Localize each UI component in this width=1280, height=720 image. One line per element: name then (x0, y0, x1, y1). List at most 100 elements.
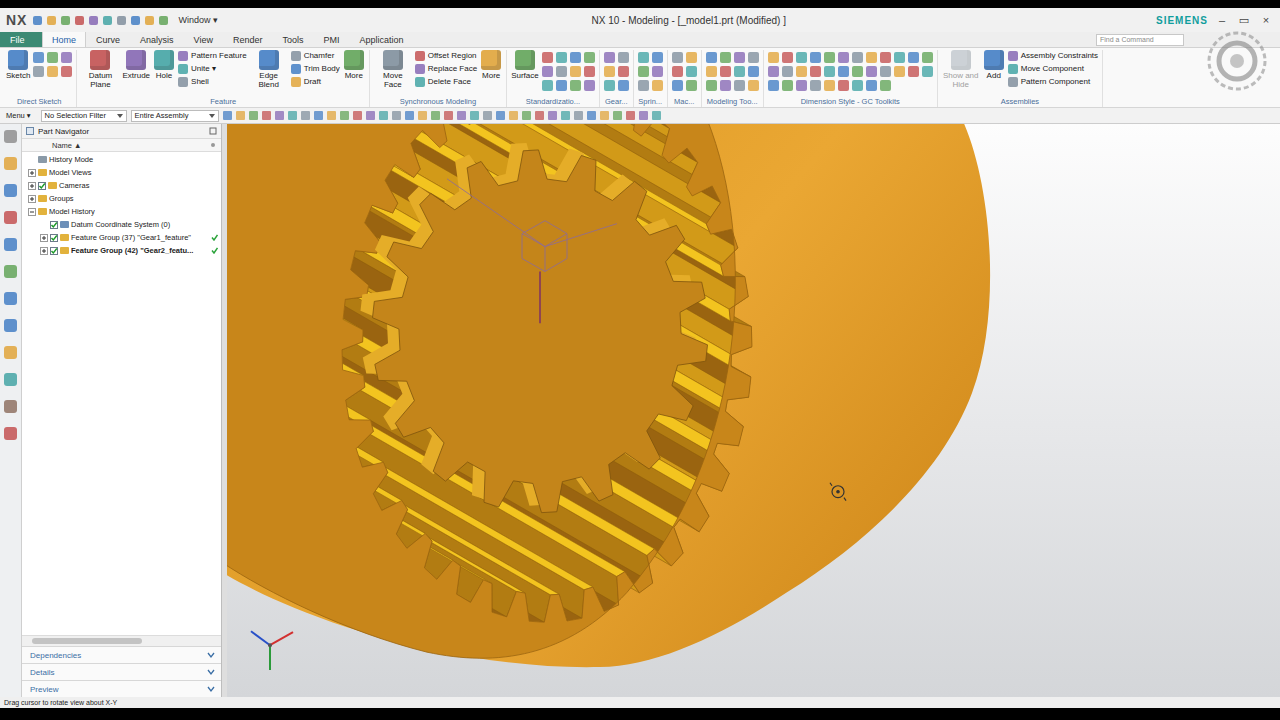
quick-action-icon[interactable] (75, 16, 84, 25)
ribbon-small-button[interactable]: Draft (291, 77, 340, 87)
command-icon[interactable] (570, 80, 581, 91)
command-icon[interactable] (542, 52, 553, 63)
command-icon[interactable] (748, 80, 759, 91)
ribbon-small-button[interactable]: Pattern Feature (178, 51, 247, 61)
toolbar-icon[interactable] (340, 111, 349, 120)
ribbon-button[interactable]: Edge Blend (250, 50, 288, 89)
command-icon[interactable] (894, 66, 905, 77)
ribbon-small-button[interactable]: Chamfer (291, 51, 340, 61)
command-icon[interactable] (33, 52, 44, 63)
command-icon[interactable] (880, 80, 891, 91)
ribbon-small-button[interactable]: Replace Face (415, 64, 477, 74)
quick-action-icon[interactable] (61, 16, 70, 25)
window-control[interactable]: × (1258, 14, 1274, 26)
command-icon[interactable] (852, 80, 863, 91)
tree-row[interactable]: Groups (22, 192, 221, 205)
horizontal-scrollbar[interactable] (22, 635, 221, 646)
ribbon-small-button[interactable]: Pattern Component (1008, 77, 1098, 87)
ribbon-small-button[interactable]: Unite ▾ (178, 64, 247, 74)
toolbar-icon[interactable] (353, 111, 362, 120)
ribbon-button[interactable]: Datum Plane (81, 50, 119, 89)
command-icon[interactable] (824, 80, 835, 91)
command-icon[interactable] (852, 52, 863, 63)
ribbon-small-button[interactable]: Trim Body (291, 64, 340, 74)
command-icon[interactable] (61, 52, 72, 63)
toolbar-icon[interactable] (535, 111, 544, 120)
toolbar-icon[interactable] (262, 111, 271, 120)
command-icon[interactable] (796, 80, 807, 91)
ribbon-tab[interactable]: Application (349, 32, 413, 47)
ribbon-button[interactable]: Show and Hide (942, 50, 980, 89)
navigator-panel[interactable]: Dependencies (22, 646, 221, 663)
command-icon[interactable] (838, 52, 849, 63)
toolbar-icon[interactable] (483, 111, 492, 120)
command-icon[interactable] (866, 80, 877, 91)
expand-icon[interactable] (28, 169, 36, 177)
command-icon[interactable] (748, 66, 759, 77)
command-icon[interactable] (618, 80, 629, 91)
tree-row[interactable]: Model Views (22, 166, 221, 179)
toolbar-icon[interactable] (249, 111, 258, 120)
command-icon[interactable] (922, 52, 933, 63)
command-icon[interactable] (686, 52, 697, 63)
ribbon-tab[interactable]: File (0, 32, 42, 47)
tool-icon[interactable] (4, 319, 17, 332)
collapse-icon[interactable] (28, 208, 36, 216)
ribbon-small-button[interactable]: Delete Face (415, 77, 477, 87)
toolbar-icon[interactable] (327, 111, 336, 120)
chevron-down-icon[interactable] (207, 668, 215, 676)
ribbon-tab[interactable]: Analysis (130, 32, 184, 47)
quick-action-icon[interactable] (89, 16, 98, 25)
datum-csys-icon[interactable] (447, 179, 617, 323)
toolbar-icon[interactable] (509, 111, 518, 120)
ribbon-button[interactable]: More (343, 50, 365, 80)
ribbon-button[interactable]: Sketch (6, 50, 30, 80)
quick-action-icon[interactable] (33, 16, 42, 25)
command-icon[interactable] (880, 66, 891, 77)
selection-scope[interactable]: Entire Assembly (131, 110, 219, 122)
chevron-down-icon[interactable] (207, 685, 215, 693)
command-icon[interactable] (838, 66, 849, 77)
command-icon[interactable] (61, 66, 72, 77)
command-icon[interactable] (686, 80, 697, 91)
command-icon[interactable] (880, 52, 891, 63)
ribbon-tab[interactable]: Render (223, 32, 273, 47)
command-icon[interactable] (706, 80, 717, 91)
command-icon[interactable] (570, 52, 581, 63)
graphics-viewport[interactable] (227, 124, 1280, 697)
command-icon[interactable] (652, 52, 663, 63)
toolbar-icon[interactable] (652, 111, 661, 120)
toolbar-icon[interactable] (418, 111, 427, 120)
tool-icon[interactable] (4, 400, 17, 413)
command-icon[interactable] (734, 52, 745, 63)
command-icon[interactable] (720, 52, 731, 63)
tree-row[interactable]: Feature Group (37) "Gear1_feature" (22, 231, 221, 244)
toolbar-icon[interactable] (444, 111, 453, 120)
command-icon[interactable] (618, 66, 629, 77)
toolbar-icon[interactable] (600, 111, 609, 120)
command-search[interactable]: Find a Command (1096, 34, 1184, 46)
chevron-down-icon[interactable] (207, 651, 215, 659)
tree-row[interactable]: Feature Group (42) "Gear2_featu... (22, 244, 221, 257)
window-control[interactable]: ▭ (1236, 14, 1252, 27)
column-options-icon[interactable] (209, 141, 217, 149)
ribbon-small-button[interactable]: Assembly Constraints (1008, 51, 1098, 61)
tree-row[interactable]: History Mode (22, 153, 221, 166)
quick-action-icon[interactable] (131, 16, 140, 25)
toolbar-icon[interactable] (639, 111, 648, 120)
command-icon[interactable] (720, 66, 731, 77)
navigator-panel[interactable]: Details (22, 663, 221, 680)
scroll-thumb[interactable] (32, 638, 142, 644)
ribbon-button[interactable]: Move Face (374, 50, 412, 89)
toolbar-icon[interactable] (431, 111, 440, 120)
toolbar-icon[interactable] (574, 111, 583, 120)
toolbar-icon[interactable] (470, 111, 479, 120)
toolbar-icon[interactable] (236, 111, 245, 120)
expand-icon[interactable] (28, 195, 36, 203)
command-icon[interactable] (734, 80, 745, 91)
checkbox-icon[interactable] (50, 234, 58, 242)
command-icon[interactable] (810, 52, 821, 63)
toolbar-icon[interactable] (496, 111, 505, 120)
toolbar-icon[interactable] (587, 111, 596, 120)
checkbox-icon[interactable] (50, 247, 58, 255)
